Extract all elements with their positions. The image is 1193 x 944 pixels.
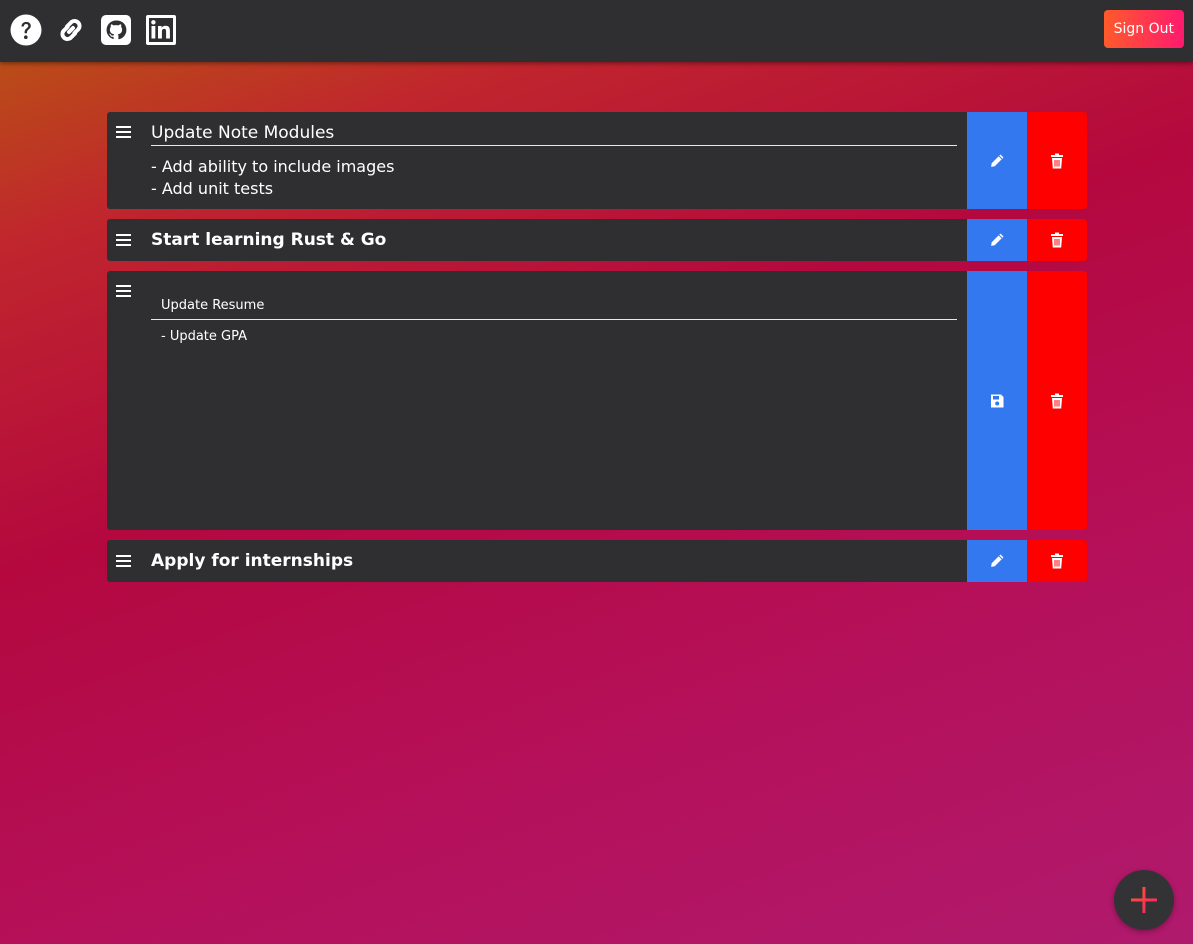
note-card: Update Note Modules - Add ability to inc… — [107, 112, 1087, 209]
github-icon[interactable] — [99, 13, 132, 46]
trash-icon — [1051, 232, 1063, 248]
link-icon[interactable] — [54, 13, 87, 46]
note-title: Update Note Modules — [151, 123, 957, 146]
drag-handle-icon[interactable] — [116, 285, 132, 299]
delete-note-button[interactable] — [1027, 540, 1087, 582]
delete-note-button[interactable] — [1027, 112, 1087, 209]
pencil-icon — [991, 233, 1004, 246]
note-actions — [967, 271, 1087, 530]
notes-list: Update Note Modules - Add ability to inc… — [107, 112, 1087, 592]
note-card: Apply for internships — [107, 540, 1087, 582]
top-bar: Sign Out — [0, 0, 1193, 62]
delete-note-button[interactable] — [1027, 271, 1087, 530]
note-card-editing: - Update GPA — [107, 271, 1087, 530]
trash-icon — [1051, 393, 1063, 408]
note-content-input[interactable]: - Update GPA — [151, 329, 957, 509]
note-title-input[interactable] — [151, 291, 957, 320]
note-actions — [967, 112, 1087, 209]
edit-note-button[interactable] — [967, 540, 1027, 582]
pencil-icon — [991, 554, 1004, 567]
note-title: Apply for internships — [151, 551, 354, 571]
edit-note-button[interactable] — [967, 112, 1027, 209]
note-title: Start learning Rust & Go — [151, 230, 387, 250]
drag-handle-icon[interactable] — [116, 126, 132, 140]
note-actions — [967, 540, 1087, 582]
header-icon-links — [9, 13, 177, 46]
trash-icon — [1051, 553, 1063, 569]
trash-icon — [1051, 153, 1063, 168]
add-note-button[interactable] — [1114, 870, 1174, 930]
edit-note-button[interactable] — [967, 219, 1027, 261]
pencil-icon — [991, 154, 1004, 167]
sign-out-button[interactable]: Sign Out — [1103, 10, 1184, 48]
plus-icon — [1131, 887, 1157, 913]
note-card: Start learning Rust & Go — [107, 219, 1087, 261]
linkedin-icon[interactable] — [144, 13, 177, 46]
drag-handle-icon[interactable] — [116, 234, 132, 248]
save-note-button[interactable] — [967, 271, 1027, 530]
question-circle-icon[interactable] — [9, 13, 42, 46]
delete-note-button[interactable] — [1027, 219, 1087, 261]
note-content: - Add ability to include images - Add un… — [151, 157, 395, 198]
drag-handle-icon[interactable] — [116, 555, 132, 569]
note-actions — [967, 219, 1087, 261]
save-icon — [991, 394, 1004, 407]
